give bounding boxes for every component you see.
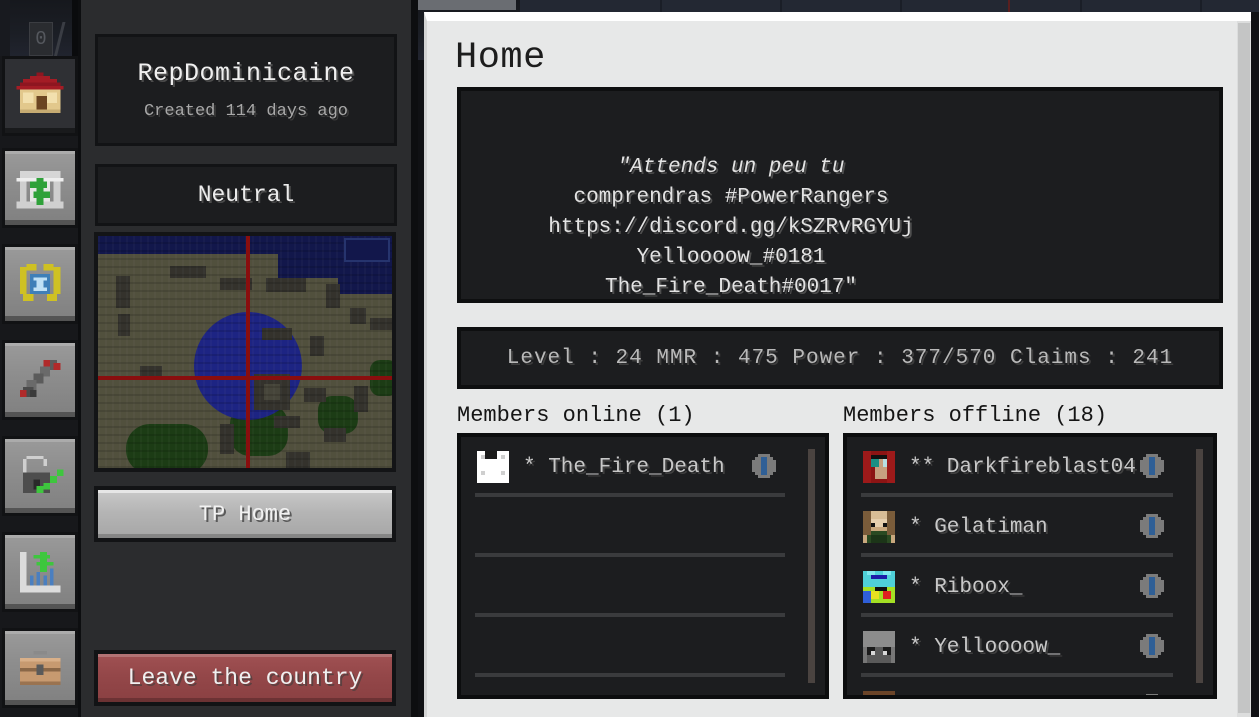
members-online-list[interactable]: * The_Fire_Death xyxy=(457,433,829,699)
window-topbar-dark xyxy=(520,0,1259,12)
member-name: ** Darkfireblast04 xyxy=(909,455,1136,479)
hud-slot-value: 0 xyxy=(35,28,47,50)
info-icon[interactable] xyxy=(1137,691,1167,699)
country-stats-box: Level : 24 MMR : 475 Power : 377/570 Cla… xyxy=(457,327,1223,389)
house-icon xyxy=(16,72,64,113)
member-row[interactable]: * The_Fire_Death xyxy=(461,437,825,497)
member-name: * Riboox_ xyxy=(909,575,1023,599)
description-line-3: Yelloooow_#0181 xyxy=(636,246,826,269)
country-created-text: Created 114 days ago xyxy=(143,102,349,121)
hud-item-slot: 0 xyxy=(29,22,53,56)
empty-list-row xyxy=(461,617,825,677)
bank-icon xyxy=(16,171,64,209)
tp-home-button[interactable]: TP Home xyxy=(94,486,396,542)
gray-avatar xyxy=(863,631,895,663)
world-pillar-left xyxy=(0,0,10,58)
app-root: 0 RepDominicaine Created 114 days ago Ne… xyxy=(0,0,1259,717)
info-icon[interactable] xyxy=(1137,451,1167,481)
sidebar-item-home[interactable] xyxy=(2,56,78,136)
country-description-text: "Attends un peu tu comprendras #PowerRang… xyxy=(461,153,1001,303)
leave-country-label: Leave the country xyxy=(127,665,363,691)
info-icon[interactable] xyxy=(1137,571,1167,601)
member-row[interactable] xyxy=(847,677,1213,699)
redhair-avatar xyxy=(863,451,895,483)
sidebar-item-permissions[interactable] xyxy=(2,436,78,516)
main-content-panel: Home "Attends un peu tu comprendras #Powe… xyxy=(424,12,1251,717)
member-row[interactable]: ** Darkfireblast04 xyxy=(847,437,1213,497)
sidebar-item-inventory[interactable] xyxy=(2,628,78,708)
online-list-scrollbar[interactable] xyxy=(808,449,815,683)
cyan-green-avatar xyxy=(863,571,895,603)
member-row[interactable]: * Gelatiman xyxy=(847,497,1213,557)
member-row[interactable]: * Riboox_ xyxy=(847,557,1213,617)
description-line-1: comprendras #PowerRangers xyxy=(573,186,889,209)
briefcase-icon xyxy=(19,651,61,685)
sidebar-rail xyxy=(0,56,84,717)
main-panel-scroll-thumb[interactable] xyxy=(1238,23,1250,713)
territory-minimap[interactable] xyxy=(94,232,396,472)
members-offline-heading: Members offline (18) xyxy=(843,403,1108,428)
country-name: RepDominicaine xyxy=(137,59,355,88)
laurel-medal-icon xyxy=(19,263,61,301)
steve-white-avatar xyxy=(477,451,509,483)
sidebar-item-bank[interactable] xyxy=(2,148,78,228)
description-line-2: https://discord.gg/kSZRvRGYUj xyxy=(548,216,914,239)
members-online-heading: Members online (1) xyxy=(457,403,695,428)
description-line-4: The_Fire_Death#0017" xyxy=(604,276,858,299)
member-name: * The_Fire_Death xyxy=(523,455,725,479)
info-icon[interactable] xyxy=(1137,631,1167,661)
country-status-card: Neutral xyxy=(95,164,397,226)
member-name: * Yelloooow_ xyxy=(909,635,1061,659)
country-description-box: "Attends un peu tu comprendras #PowerRang… xyxy=(457,87,1223,303)
offline-list-scrollbar[interactable] xyxy=(1196,449,1203,683)
country-name-card: RepDominicaine Created 114 days ago xyxy=(95,34,397,146)
brown-avatar xyxy=(863,691,895,695)
empty-list-row xyxy=(461,677,825,695)
info-icon[interactable] xyxy=(1137,511,1167,541)
sidebar-item-ranking[interactable] xyxy=(2,244,78,324)
leave-country-button[interactable]: Leave the country xyxy=(94,650,396,706)
sidebar-item-economy[interactable] xyxy=(2,532,78,612)
sidebar-item-war[interactable] xyxy=(2,340,78,420)
member-row[interactable]: * Yelloooow_ xyxy=(847,617,1213,677)
empty-list-row xyxy=(461,557,825,617)
tan-beard-avatar xyxy=(863,511,895,543)
money-chart-icon xyxy=(19,551,61,593)
description-line-0: "Attends un peu tu xyxy=(617,156,845,179)
member-name: * Gelatiman xyxy=(909,515,1048,539)
country-stats-text: Level : 24 MMR : 475 Power : 377/570 Cla… xyxy=(506,346,1174,370)
info-icon[interactable] xyxy=(749,451,779,481)
tp-home-label: TP Home xyxy=(198,501,292,527)
country-status: Neutral xyxy=(197,182,295,208)
missile-icon xyxy=(19,359,61,397)
empty-list-row xyxy=(461,497,825,557)
unlock-check-icon xyxy=(23,455,64,493)
page-title: Home xyxy=(455,37,546,79)
members-offline-list[interactable]: ** Darkfireblast04 * Gelatiman * Riboox_ * … xyxy=(843,433,1217,699)
main-panel-scrollbar[interactable] xyxy=(1237,21,1251,717)
